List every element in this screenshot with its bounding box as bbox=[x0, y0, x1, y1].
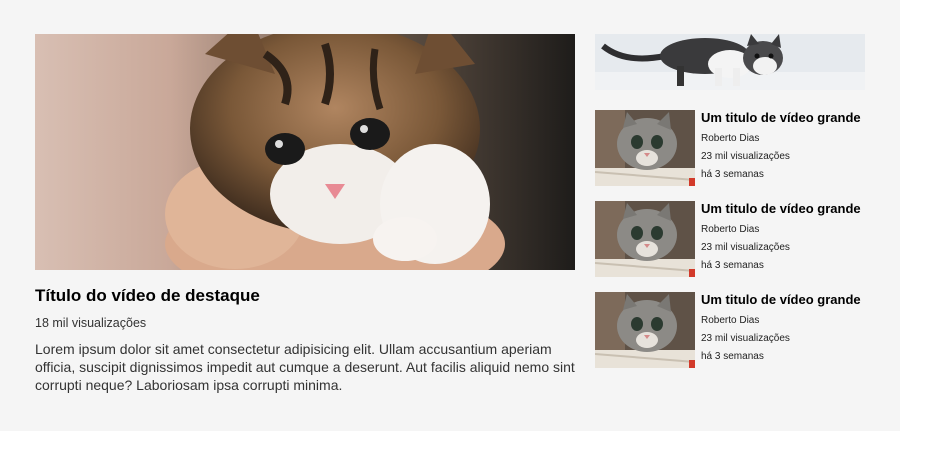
video-title[interactable]: Um titulo de vídeo grande bbox=[701, 110, 871, 125]
video-date: há 3 semanas bbox=[701, 351, 764, 362]
kitten-thumbnail-photo bbox=[595, 110, 695, 186]
video-card[interactable]: Um titulo de vídeo grande Roberto Dias 2… bbox=[595, 110, 870, 188]
video-views: 23 mil visualizações bbox=[701, 333, 790, 344]
video-views: 23 mil visualizações bbox=[701, 151, 790, 162]
video-thumbnail[interactable] bbox=[595, 110, 695, 186]
video-date: há 3 semanas bbox=[701, 260, 764, 271]
kitten-thumbnail-photo bbox=[595, 201, 695, 277]
kitten-thumbnail-photo bbox=[595, 292, 695, 368]
featured-video-description: Lorem ipsum dolor sit amet consectetur a… bbox=[35, 341, 575, 393]
top-video-thumbnail[interactable] bbox=[595, 34, 865, 90]
featured-video-title[interactable]: Título do vídeo de destaque bbox=[35, 286, 575, 306]
channel-name[interactable]: Roberto Dias bbox=[701, 224, 759, 235]
video-title[interactable]: Um titulo de vídeo grande bbox=[701, 292, 871, 307]
channel-name[interactable]: Roberto Dias bbox=[701, 133, 759, 144]
kitten-photo bbox=[35, 34, 575, 270]
featured-video-thumbnail[interactable] bbox=[35, 34, 575, 270]
video-views: 23 mil visualizações bbox=[701, 242, 790, 253]
channel-name[interactable]: Roberto Dias bbox=[701, 315, 759, 326]
video-card[interactable]: Um titulo de vídeo grande Roberto Dias 2… bbox=[595, 201, 870, 279]
video-title[interactable]: Um titulo de vídeo grande bbox=[701, 201, 871, 216]
video-thumbnail[interactable] bbox=[595, 201, 695, 277]
video-section: Título do vídeo de destaque 18 mil visua… bbox=[0, 0, 900, 431]
featured-video-views: 18 mil visualizações bbox=[35, 316, 147, 330]
video-thumbnail[interactable] bbox=[595, 292, 695, 368]
video-date: há 3 semanas bbox=[701, 169, 764, 180]
video-card[interactable]: Um titulo de vídeo grande Roberto Dias 2… bbox=[595, 292, 870, 370]
cat-in-snow-photo bbox=[595, 34, 865, 90]
